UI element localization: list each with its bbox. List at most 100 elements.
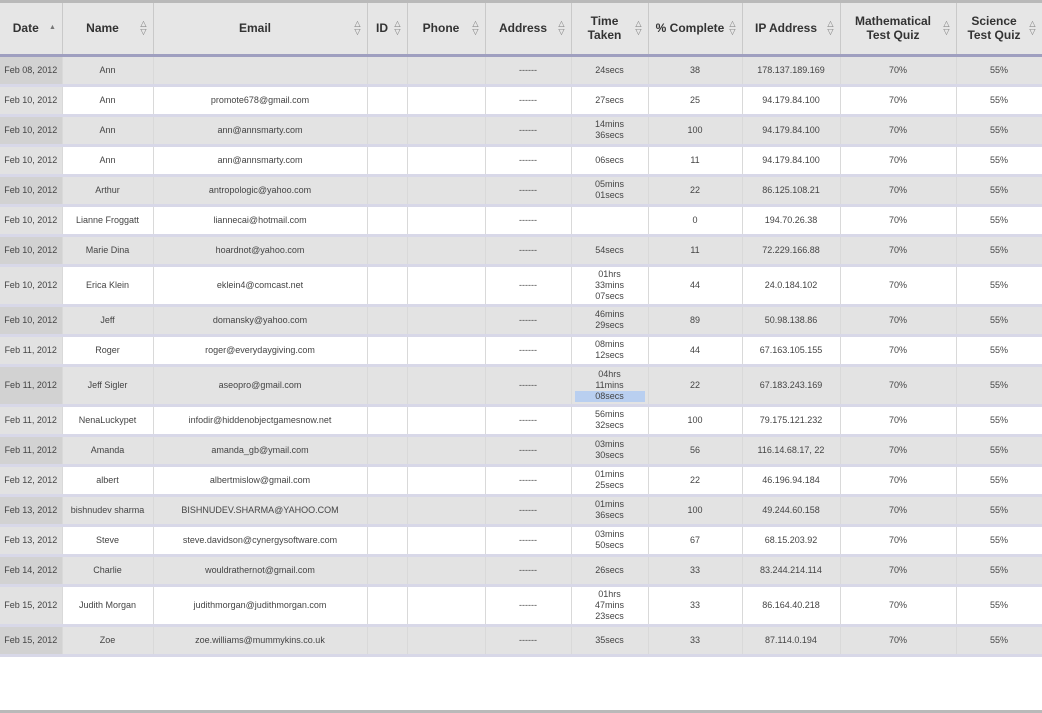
table-row[interactable]: Feb 13, 2012 Steve steve.davidson@cynergys… [0, 525, 1042, 557]
table-row[interactable]: Feb 10, 2012 Ann ann@annsmarty.com ------ 14… [0, 115, 1042, 147]
sort-both-icon[interactable]: △ ▽ [729, 20, 737, 36]
cell-date: Feb 10, 2012 [0, 265, 63, 307]
cell-id [367, 525, 408, 557]
cell-percent-complete: 38 [648, 55, 743, 87]
cell-email [153, 55, 368, 87]
cell-id [367, 205, 408, 237]
cell-phone [407, 175, 486, 207]
cell-name: Ann [62, 115, 154, 147]
cell-time-taken: 54secs [571, 235, 649, 267]
column-header-label: Name [86, 21, 119, 36]
table-row[interactable]: Feb 10, 2012 Lianne Froggatt liannecai@hot… [0, 205, 1042, 237]
cell-time-taken: 01hrs 33mins 07secs [571, 265, 649, 307]
column-header-label: Phone [422, 21, 460, 36]
cell-email: judithmorgan@judithmorgan.com [153, 585, 368, 627]
cell-name: Ann [62, 55, 154, 87]
cell-address: ------ [485, 235, 572, 267]
cell-mathematical-test-quiz: 70% [840, 115, 957, 147]
table-row[interactable]: Feb 13, 2012 bishnudev sharma BISHNUDEV.SH… [0, 495, 1042, 527]
cell-phone [407, 625, 486, 657]
column-header-time-taken[interactable]: Time Taken △ ▽ [571, 3, 649, 57]
cell-science-test-quiz: 55% [956, 235, 1042, 267]
table-row[interactable]: Feb 10, 2012 Ann ann@annsmarty.com ------ 06… [0, 145, 1042, 177]
cell-time-taken: 03mins 30secs [571, 435, 649, 467]
cell-date: Feb 13, 2012 [0, 495, 63, 527]
cell-mathematical-test-quiz: 70% [840, 85, 957, 117]
cell-ip-address: 24.0.184.102 [742, 265, 841, 307]
cell-mathematical-test-quiz: 70% [840, 405, 957, 437]
cell-name: albert [62, 465, 154, 497]
sort-both-icon[interactable]: △ ▽ [354, 20, 362, 36]
cell-science-test-quiz: 55% [956, 115, 1042, 147]
sort-both-icon[interactable]: △ ▽ [827, 20, 835, 36]
cell-ip-address: 94.179.84.100 [742, 115, 841, 147]
cell-id [367, 265, 408, 307]
cell-phone [407, 365, 486, 407]
sort-both-icon[interactable]: △ ▽ [943, 20, 951, 36]
cell-address: ------ [485, 555, 572, 587]
table-row[interactable]: Feb 10, 2012 Arthur antropologic@yahoo.com… [0, 175, 1042, 207]
column-header-address[interactable]: Address △ ▽ [485, 3, 572, 57]
cell-name: Amanda [62, 435, 154, 467]
cell-address: ------ [485, 265, 572, 307]
column-header-email[interactable]: Email △ ▽ [153, 3, 368, 57]
cell-email: aseopro@gmail.com [153, 365, 368, 407]
cell-ip-address: 86.164.40.218 [742, 585, 841, 627]
header-row: Date ▲ Name △ ▽ Email △ ▽ ID △ ▽ Phone △ ▽ Address △ ▽ Ti… [0, 3, 1042, 57]
cell-time-taken: 46mins 29secs [571, 305, 649, 337]
sort-both-icon[interactable]: △ ▽ [635, 20, 643, 36]
cell-date: Feb 11, 2012 [0, 435, 63, 467]
cell-address: ------ [485, 465, 572, 497]
column-header-name[interactable]: Name △ ▽ [62, 3, 154, 57]
column-header-science-test-quiz[interactable]: Science Test Quiz △ ▽ [956, 3, 1042, 57]
column-header-id[interactable]: ID △ ▽ [367, 3, 408, 57]
column-header-percent-complete[interactable]: % Complete △ ▽ [648, 3, 743, 57]
column-header-phone[interactable]: Phone △ ▽ [407, 3, 486, 57]
cell-time-taken: 14mins 36secs [571, 115, 649, 147]
table-row[interactable]: Feb 11, 2012 Amanda amanda_gb@ymail.com ---… [0, 435, 1042, 467]
cell-percent-complete: 22 [648, 365, 743, 407]
table-row[interactable]: Feb 11, 2012 NenaLuckypet infodir@hiddenob… [0, 405, 1042, 437]
cell-phone [407, 585, 486, 627]
cell-science-test-quiz: 55% [956, 555, 1042, 587]
sort-both-icon[interactable]: △ ▽ [472, 20, 480, 36]
cell-time-taken: 05mins 01secs [571, 175, 649, 207]
cell-date: Feb 11, 2012 [0, 365, 63, 407]
cell-mathematical-test-quiz: 70% [840, 525, 957, 557]
table-row[interactable]: Feb 14, 2012 Charlie wouldrathernot@gmail.… [0, 555, 1042, 587]
cell-phone [407, 465, 486, 497]
cell-science-test-quiz: 55% [956, 85, 1042, 117]
sort-both-icon[interactable]: △ ▽ [140, 20, 148, 36]
cell-percent-complete: 100 [648, 115, 743, 147]
table-row[interactable]: Feb 15, 2012 Judith Morgan judithmorgan@ju… [0, 585, 1042, 627]
table-row[interactable]: Feb 12, 2012 albert albertmislow@gmail.com… [0, 465, 1042, 497]
cell-time-taken: 01hrs 47mins 23secs [571, 585, 649, 627]
sort-ascending-icon[interactable]: ▲ [49, 24, 57, 32]
column-header-label: Time Taken [587, 14, 622, 43]
table-row[interactable]: Feb 10, 2012 Marie Dina hoardnot@yahoo.com… [0, 235, 1042, 267]
cell-address: ------ [485, 495, 572, 527]
cell-ip-address: 67.183.243.169 [742, 365, 841, 407]
table-row[interactable]: Feb 10, 2012 Jeff domansky@yahoo.com ------… [0, 305, 1042, 337]
table-row[interactable]: Feb 10, 2012 Erica Klein eklein4@comcast.n… [0, 265, 1042, 307]
column-header-ip-address[interactable]: IP Address △ ▽ [742, 3, 841, 57]
sort-both-icon[interactable]: △ ▽ [558, 20, 566, 36]
table-row[interactable]: Feb 08, 2012 Ann ------ 24secs 38 178.137.189… [0, 55, 1042, 87]
sort-both-icon[interactable]: △ ▽ [1029, 20, 1037, 36]
cell-science-test-quiz: 55% [956, 305, 1042, 337]
cell-address: ------ [485, 55, 572, 87]
table-row[interactable]: Feb 11, 2012 Roger roger@everydaygiving.co… [0, 335, 1042, 367]
table-row[interactable]: Feb 15, 2012 Zoe zoe.williams@mummykins.co… [0, 625, 1042, 657]
column-header-date[interactable]: Date ▲ [0, 3, 63, 57]
cell-date: Feb 13, 2012 [0, 525, 63, 557]
cell-id [367, 145, 408, 177]
cell-ip-address: 178.137.189.169 [742, 55, 841, 87]
cell-time-taken: 03mins 50secs [571, 525, 649, 557]
sort-both-icon[interactable]: △ ▽ [394, 20, 402, 36]
cell-phone [407, 55, 486, 87]
cell-ip-address: 68.15.203.92 [742, 525, 841, 557]
column-header-mathematical-test-quiz[interactable]: Mathematical Test Quiz △ ▽ [840, 3, 957, 57]
table-row[interactable]: Feb 11, 2012 Jeff Sigler aseopro@gmail.com… [0, 365, 1042, 407]
cell-id [367, 235, 408, 267]
table-row[interactable]: Feb 10, 2012 Ann promote678@gmail.com -----… [0, 85, 1042, 117]
